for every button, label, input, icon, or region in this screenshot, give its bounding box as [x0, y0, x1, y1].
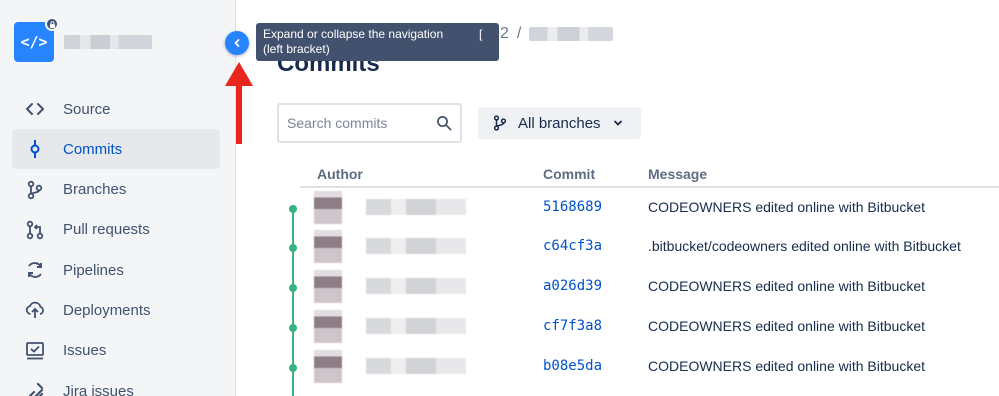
- commit-hash-link[interactable]: cf7f3a8: [543, 318, 602, 334]
- table-row[interactable]: a026d39 CODEOWNERS edited online with Bi…: [277, 268, 999, 308]
- repo-header[interactable]: </>: [14, 17, 152, 62]
- commit-graph-dot: [289, 284, 297, 292]
- sidebar-item-issues[interactable]: Issues: [12, 331, 220, 371]
- commit-icon: [24, 138, 46, 160]
- commit-graph-dot: [289, 205, 297, 213]
- commit-hash-link[interactable]: 5168689: [543, 199, 602, 215]
- commit-graph-dot: [289, 244, 297, 252]
- avatar: [314, 350, 342, 383]
- sidebar-item-label: Branches: [63, 181, 127, 199]
- sidebar-nav: Source Commits Branches Pull requests Pi…: [12, 89, 220, 396]
- repo-avatar[interactable]: </>: [14, 17, 59, 62]
- commit-message: CODEOWNERS edited online with Bitbucket: [648, 278, 925, 294]
- avatar: [314, 310, 342, 343]
- author-name-redacted: [366, 318, 466, 334]
- annotation-arrow-icon: [225, 62, 253, 144]
- column-header-author: Author: [317, 166, 363, 182]
- column-header-commit: Commit: [543, 166, 596, 182]
- tooltip-text-line1: Expand or collapse the navigation: [263, 27, 444, 41]
- avatar: [314, 191, 342, 224]
- branch-icon: [493, 115, 507, 131]
- breadcrumb: 2 /: [500, 25, 614, 43]
- avatar: [314, 230, 342, 263]
- sidebar-item-branches[interactable]: Branches: [12, 170, 220, 210]
- author-redacted: [314, 270, 467, 303]
- commit-hash-link[interactable]: a026d39: [543, 278, 602, 294]
- code-icon: [24, 98, 46, 120]
- sidebar-item-jira-issues[interactable]: Jira issues: [12, 371, 220, 396]
- search-commits-field[interactable]: [277, 103, 462, 143]
- lock-icon: [45, 17, 59, 31]
- author-redacted: [314, 230, 467, 263]
- column-header-message: Message: [648, 166, 708, 182]
- table-row[interactable]: c64cf3a .bitbucket/codeowners edited onl…: [277, 228, 999, 268]
- search-input[interactable]: [287, 115, 427, 131]
- commit-hash-link[interactable]: b08e5da: [543, 358, 602, 374]
- search-icon: [437, 116, 452, 131]
- issues-icon: [24, 340, 46, 362]
- tooltip: Expand or collapse the navigation (left …: [256, 23, 499, 61]
- commit-graph-dot: [289, 324, 297, 332]
- sidebar-item-label: Deployments: [63, 301, 151, 319]
- repo-avatar-label: </>: [20, 33, 48, 51]
- table-row[interactable]: cf7f3a8 CODEOWNERS edited online with Bi…: [277, 308, 999, 348]
- breadcrumb-fragment[interactable]: 2: [500, 25, 509, 43]
- table-row[interactable]: b08e5da CODEOWNERS edited online with Bi…: [277, 348, 999, 388]
- author-name-redacted: [366, 238, 466, 254]
- table-row[interactable]: 5168689 CODEOWNERS edited online with Bi…: [277, 189, 999, 229]
- sidebar-item-pipelines[interactable]: Pipelines: [12, 250, 220, 290]
- chevron-left-icon: [234, 39, 240, 47]
- sidebar-item-label: Jira issues: [63, 382, 134, 396]
- branch-filter-dropdown[interactable]: All branches: [478, 107, 641, 139]
- breadcrumb-item-redacted[interactable]: [529, 27, 614, 41]
- sidebar-item-pull-requests[interactable]: Pull requests: [12, 210, 220, 250]
- author-name-redacted: [366, 278, 466, 294]
- branch-filter-label: All branches: [518, 114, 601, 132]
- sidebar-item-label: Pull requests: [63, 221, 150, 239]
- table-header: Author Commit Message: [300, 164, 999, 188]
- avatar: [314, 270, 342, 303]
- branch-icon: [24, 179, 46, 201]
- tooltip-text-line2: (left bracket): [263, 42, 330, 56]
- sidebar-item-source[interactable]: Source: [12, 89, 220, 129]
- sidebar-item-deployments[interactable]: Deployments: [12, 290, 220, 330]
- pull-request-icon: [24, 219, 46, 241]
- deployments-icon: [24, 299, 46, 321]
- sidebar-item-label: Pipelines: [63, 261, 124, 279]
- author-name-redacted: [366, 358, 466, 374]
- commit-message: CODEOWNERS edited online with Bitbucket: [648, 358, 925, 374]
- collapse-navigation-button[interactable]: [225, 31, 249, 55]
- author-redacted: [314, 191, 467, 224]
- repo-name-redacted: [64, 35, 152, 49]
- jira-icon: [24, 380, 46, 396]
- sidebar-item-label: Issues: [63, 342, 107, 360]
- commit-message: CODEOWNERS edited online with Bitbucket: [648, 318, 925, 334]
- pipelines-icon: [24, 259, 46, 281]
- author-name-redacted: [366, 199, 466, 215]
- sidebar-item-commits[interactable]: Commits: [12, 129, 220, 170]
- tooltip-shortcut: [: [479, 27, 483, 41]
- author-redacted: [314, 310, 467, 343]
- commit-graph-dot: [289, 364, 297, 372]
- sidebar-item-label: Commits: [63, 140, 123, 158]
- author-redacted: [314, 350, 467, 383]
- chevron-down-icon: [613, 120, 622, 126]
- sidebar: </> Source Commits Branches Pull request…: [0, 0, 236, 396]
- sidebar-item-label: Source: [63, 100, 111, 118]
- breadcrumb-separator: /: [516, 25, 522, 42]
- commit-message: .bitbucket/codeowners edited online with…: [648, 238, 961, 254]
- commit-hash-link[interactable]: c64cf3a: [543, 238, 602, 254]
- commit-message: CODEOWNERS edited online with Bitbucket: [648, 199, 925, 215]
